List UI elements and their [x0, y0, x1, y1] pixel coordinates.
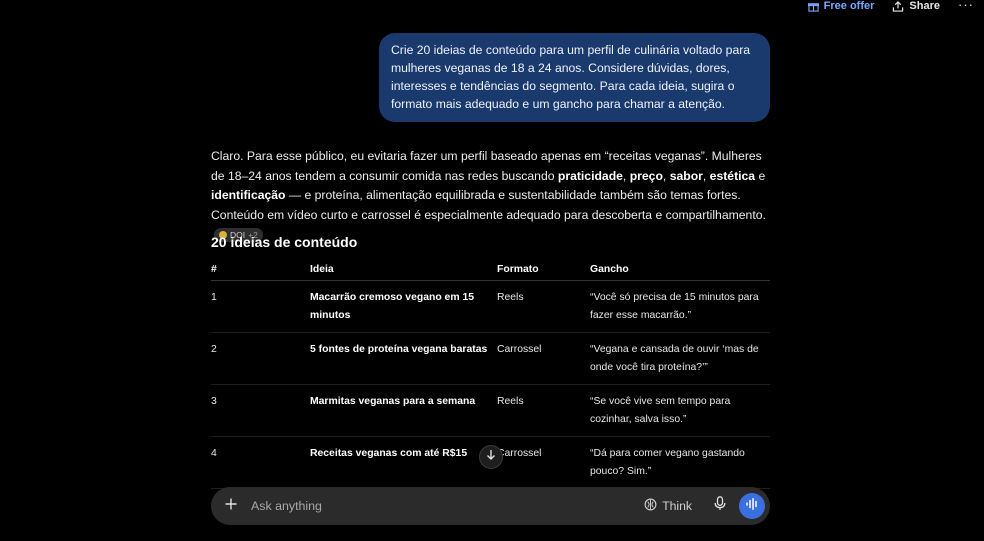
answer-bold: identificação	[211, 188, 286, 203]
row-number: 3	[211, 384, 310, 437]
arrow-down-icon	[485, 448, 497, 466]
waveform-icon	[745, 497, 759, 515]
gift-icon	[807, 1, 819, 12]
row-format: Reels	[497, 280, 590, 333]
answer-bold: preço	[629, 168, 663, 183]
row-idea: Receitas veganas com até R$15	[310, 436, 497, 489]
share-label: Share	[909, 0, 940, 12]
share-icon	[892, 0, 904, 12]
row-hook: “Você só precisa de 15 minutos para faze…	[590, 280, 770, 333]
answer-sep: e	[755, 168, 766, 183]
col-header-number: #	[211, 259, 310, 281]
section-title: 20 ideias de conteúdo	[211, 234, 358, 250]
free-offer-button[interactable]: Free offer	[807, 0, 875, 12]
row-format: Reels	[497, 384, 590, 437]
assistant-answer: Claro. Para esse público, eu evitaria fa…	[211, 147, 771, 245]
row-format: Carrossel	[497, 436, 590, 489]
answer-sep: ,	[622, 168, 630, 183]
microphone-icon	[714, 496, 726, 516]
row-format: Carrossel	[497, 332, 590, 385]
free-offer-label: Free offer	[823, 0, 875, 12]
row-hook: “Dá para comer vegano gastando pouco? Si…	[590, 436, 770, 489]
row-number: 2	[211, 332, 310, 385]
table-header-row: # Ideia Formato Gancho	[211, 259, 770, 281]
col-header-hook: Gancho	[590, 259, 770, 281]
row-idea: Macarrão cremoso vegano em 15 minutos	[310, 280, 497, 333]
prompt-input[interactable]	[249, 498, 645, 514]
microphone-button[interactable]	[710, 496, 730, 516]
answer-bold: praticidade	[557, 168, 623, 183]
plus-icon	[225, 497, 237, 515]
answer-text: — e proteína, alimentação equilibrada e …	[211, 188, 766, 222]
row-idea: Marmitas veganas para a semana	[310, 384, 497, 437]
think-button[interactable]: Think	[644, 498, 692, 514]
user-message: Crie 20 ideias de conteúdo para um perfi…	[379, 33, 770, 122]
row-hook: “Se você vive sem tempo para cozinhar, s…	[590, 384, 770, 437]
think-label: Think	[662, 499, 692, 513]
lightbulb-icon	[644, 498, 657, 514]
row-number: 1	[211, 280, 310, 333]
more-options-button[interactable]: ···	[958, 0, 974, 12]
row-hook: “Vegana e cansada de ouvir ‘mas de onde …	[590, 332, 770, 385]
table-row: 2 5 fontes de proteína vegana baratas Ca…	[211, 332, 770, 385]
col-header-format: Formato	[497, 259, 590, 281]
top-bar: Free offer Share ···	[807, 0, 984, 12]
add-attachment-button[interactable]	[221, 496, 241, 516]
col-header-idea: Ideia	[310, 259, 497, 281]
composer: Think	[211, 487, 770, 525]
voice-mode-button[interactable]	[739, 493, 765, 519]
answer-bold: sabor	[669, 168, 703, 183]
scroll-down-button[interactable]	[479, 445, 503, 469]
table-row: 1 Macarrão cremoso vegano em 15 minutos …	[211, 280, 770, 333]
row-idea: 5 fontes de proteína vegana baratas	[310, 332, 497, 385]
share-button[interactable]: Share	[892, 0, 940, 12]
table-row: 3 Marmitas veganas para a semana Reels “…	[211, 384, 770, 437]
answer-sep: ,	[702, 168, 710, 183]
answer-sep: ,	[662, 168, 670, 183]
row-number: 4	[211, 436, 310, 489]
answer-bold: estética	[709, 168, 756, 183]
